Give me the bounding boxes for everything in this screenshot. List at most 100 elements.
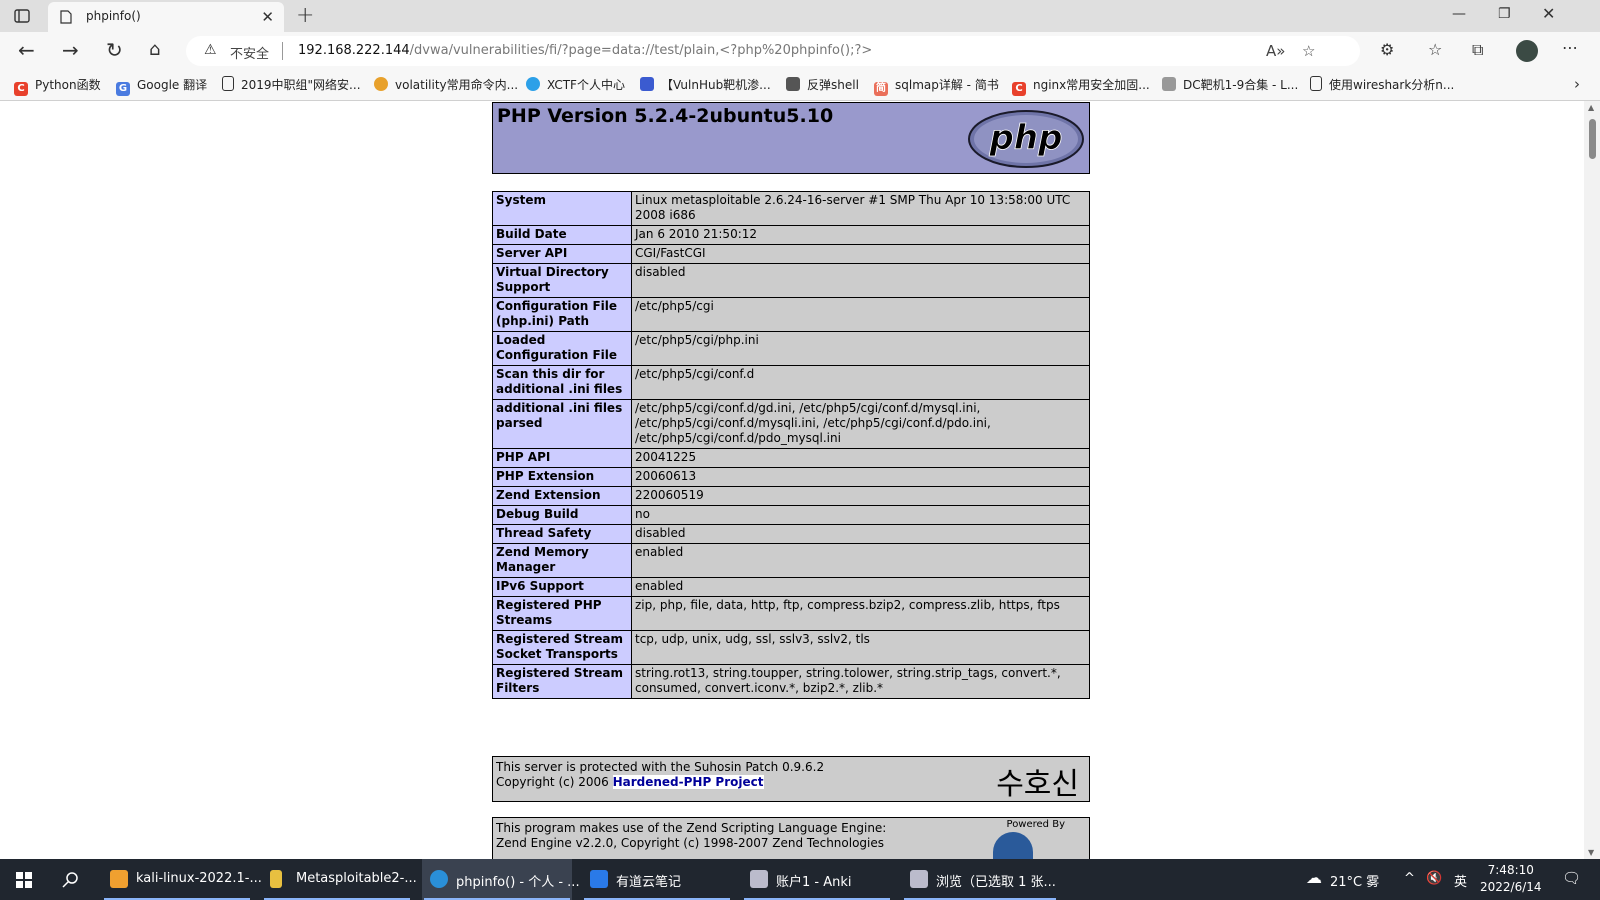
bookmark-item[interactable]: 使用wireshark分析n... <box>1310 76 1454 93</box>
taskbar-label: 浏览（已选取 1 张... <box>936 875 1056 890</box>
info-row: Build Date Jan 6 2010 21:50:12 <box>492 225 1090 245</box>
taskbar-item-kali[interactable]: kali-linux-2022.1-... <box>102 859 262 900</box>
bookmark-item[interactable]: G Google 翻译 <box>116 76 207 96</box>
php-version-title: PHP Version 5.2.4-2ubuntu5.10 <box>497 105 834 127</box>
forward-icon[interactable]: → <box>62 40 79 60</box>
bookmark-item[interactable]: C Python函数 <box>14 76 101 96</box>
bookmark-label: 【VulnHub靶机渗... <box>661 78 771 92</box>
tab-title: phpinfo() <box>86 9 141 23</box>
bookmark-icon: C <box>14 82 28 96</box>
bookmark-label: XCTF个人中心 <box>547 78 625 92</box>
notification-icon[interactable]: 🗨 <box>1562 869 1581 887</box>
bookmark-item[interactable]: XCTF个人中心 <box>526 76 625 93</box>
vertical-scrollbar[interactable]: ▲ ▼ <box>1584 101 1600 859</box>
url-host: 192.168.222.144 <box>298 43 410 58</box>
taskbar-item-anki[interactable]: 账户1 - Anki <box>742 859 892 900</box>
info-key: Scan this dir for additional .ini files <box>492 365 632 400</box>
taskbar-item-anki-browse[interactable]: 浏览（已选取 1 张... <box>902 859 1058 900</box>
bookmark-item[interactable]: 【VulnHub靶机渗... <box>640 76 771 93</box>
taskbar-label: Metasploitable2-... <box>296 871 417 886</box>
anki-icon <box>910 870 928 888</box>
weather-text[interactable]: 21°C 雾 <box>1330 871 1379 890</box>
restore-icon[interactable]: ❐ <box>1498 6 1511 22</box>
phpinfo-header: PHP Version 5.2.4-2ubuntu5.10 php <box>492 102 1090 174</box>
zend-text: This program makes use of the Zend Scrip… <box>496 821 887 835</box>
not-secure-label[interactable]: 不安全 <box>230 43 269 62</box>
info-value: enabled <box>631 577 1090 597</box>
browser-tab[interactable]: phpinfo() ✕ <box>48 2 284 32</box>
suhosin-text: This server is protected with the Suhosi… <box>496 760 825 774</box>
collections-icon[interactable]: ⧉ <box>1472 40 1483 60</box>
info-row: Registered Stream Filters string.rot13, s… <box>492 664 1090 699</box>
youdao-note-icon <box>590 870 608 888</box>
edge-icon <box>430 870 448 888</box>
back-icon[interactable]: ← <box>18 40 35 60</box>
favorites-icon[interactable]: ☆ <box>1428 40 1442 59</box>
php-info-table: System Linux metasploitable 2.6.24-16-ser… <box>492 191 1090 699</box>
taskbar-item-metasploitable[interactable]: Metasploitable2-... <box>262 859 417 900</box>
bookmark-icon <box>222 76 234 91</box>
scroll-down-icon[interactable]: ▼ <box>1588 848 1594 857</box>
speaker-muted-icon[interactable]: 🔇 <box>1426 871 1442 886</box>
scroll-up-icon[interactable]: ▲ <box>1588 103 1594 112</box>
info-value: 220060519 <box>631 486 1090 506</box>
bookmark-item[interactable]: 反弹shell <box>786 76 859 93</box>
info-row: Zend Memory Manager enabled <box>492 543 1090 578</box>
bookmark-label: Google 翻译 <box>137 78 208 92</box>
suhosin-copyright-prefix: Copyright (c) 2006 <box>496 775 613 789</box>
add-favorite-icon[interactable]: ☆ <box>1302 42 1315 60</box>
url-text[interactable]: 192.168.222.144/dvwa/vulnerabilities/fi/… <box>298 43 872 58</box>
refresh-icon[interactable]: ↻ <box>106 40 123 60</box>
info-key: Zend Extension <box>492 486 632 506</box>
taskbar-item-edge[interactable]: phpinfo() - 个人 - ... <box>422 859 580 900</box>
close-window-icon[interactable]: ✕ <box>1542 4 1555 23</box>
new-tab-icon[interactable]: + <box>296 3 314 28</box>
info-key: Build Date <box>492 225 632 245</box>
close-tab-icon[interactable]: ✕ <box>261 8 274 26</box>
more-menu-icon[interactable]: ⋯ <box>1562 38 1578 57</box>
windows-start-icon[interactable] <box>16 872 32 888</box>
info-value: zip, php, file, data, http, ftp, compres… <box>631 596 1090 631</box>
bookmark-item[interactable]: DC靶机1-9合集 - L... <box>1162 76 1298 93</box>
bookmark-item[interactable]: 2019中职组"网络安... <box>222 76 361 93</box>
bookmark-icon <box>1310 76 1322 91</box>
minimize-icon[interactable]: — <box>1452 6 1466 22</box>
bookmark-item[interactable]: volatility常用命令内... <box>374 76 518 93</box>
home-icon[interactable]: ⌂ <box>149 40 160 60</box>
info-key: System <box>492 191 632 226</box>
bookmark-item[interactable]: Cnginx常用安全加固... <box>1012 76 1150 96</box>
bookmark-label: DC靶机1-9合集 - L... <box>1183 78 1299 92</box>
hardened-php-link[interactable]: Hardened-PHP Project <box>612 775 764 789</box>
clock[interactable]: 7:48:10 2022/6/14 <box>1480 862 1542 896</box>
info-value: no <box>631 505 1090 525</box>
info-key: additional .ini files parsed <box>492 399 632 449</box>
taskbar-item-youdao[interactable]: 有道云笔记 <box>582 859 732 900</box>
bookmark-icon <box>640 77 654 91</box>
chevron-right-icon[interactable]: › <box>1574 75 1580 93</box>
tab-actions-icon[interactable] <box>14 8 30 24</box>
folder-icon <box>270 870 282 888</box>
divider <box>282 42 283 60</box>
info-key: Configuration File (php.ini) Path <box>492 297 632 332</box>
info-row: Configuration File (php.ini) Path/etc/ph… <box>492 297 1090 332</box>
search-icon[interactable] <box>62 871 80 889</box>
php-logo-text: php <box>989 118 1063 158</box>
info-row: Virtual Directory Support disabled <box>492 263 1090 298</box>
suhosin-box: This server is protected with the Suhosi… <box>492 756 1090 802</box>
bookmark-icon: G <box>116 82 130 96</box>
bookmark-label: Python函数 <box>35 78 101 92</box>
info-key: Thread Safety <box>492 524 632 544</box>
info-row: Registered PHP Streams zip, php, file, da… <box>492 596 1090 631</box>
warning-icon[interactable]: ⚠ <box>204 42 217 58</box>
chevron-up-icon[interactable]: ^ <box>1404 871 1415 886</box>
address-bar[interactable]: ⚠ 不安全 192.168.222.144/dvwa/vulnerabiliti… <box>186 36 1360 66</box>
info-value: 20060613 <box>631 467 1090 487</box>
extensions-icon[interactable]: ⚙ <box>1380 40 1394 59</box>
scrollbar-thumb[interactable] <box>1589 119 1596 159</box>
bookmark-label: 2019中职组"网络安... <box>241 78 361 92</box>
ime-indicator[interactable]: 英 <box>1454 871 1467 890</box>
read-aloud-icon[interactable]: A» <box>1266 42 1285 60</box>
profile-avatar[interactable] <box>1516 40 1538 62</box>
bookmark-item[interactable]: 简 sqlmap详解 - 简书 <box>874 76 999 96</box>
info-row: Loaded Configuration File/etc/php5/cgi/p… <box>492 331 1090 366</box>
